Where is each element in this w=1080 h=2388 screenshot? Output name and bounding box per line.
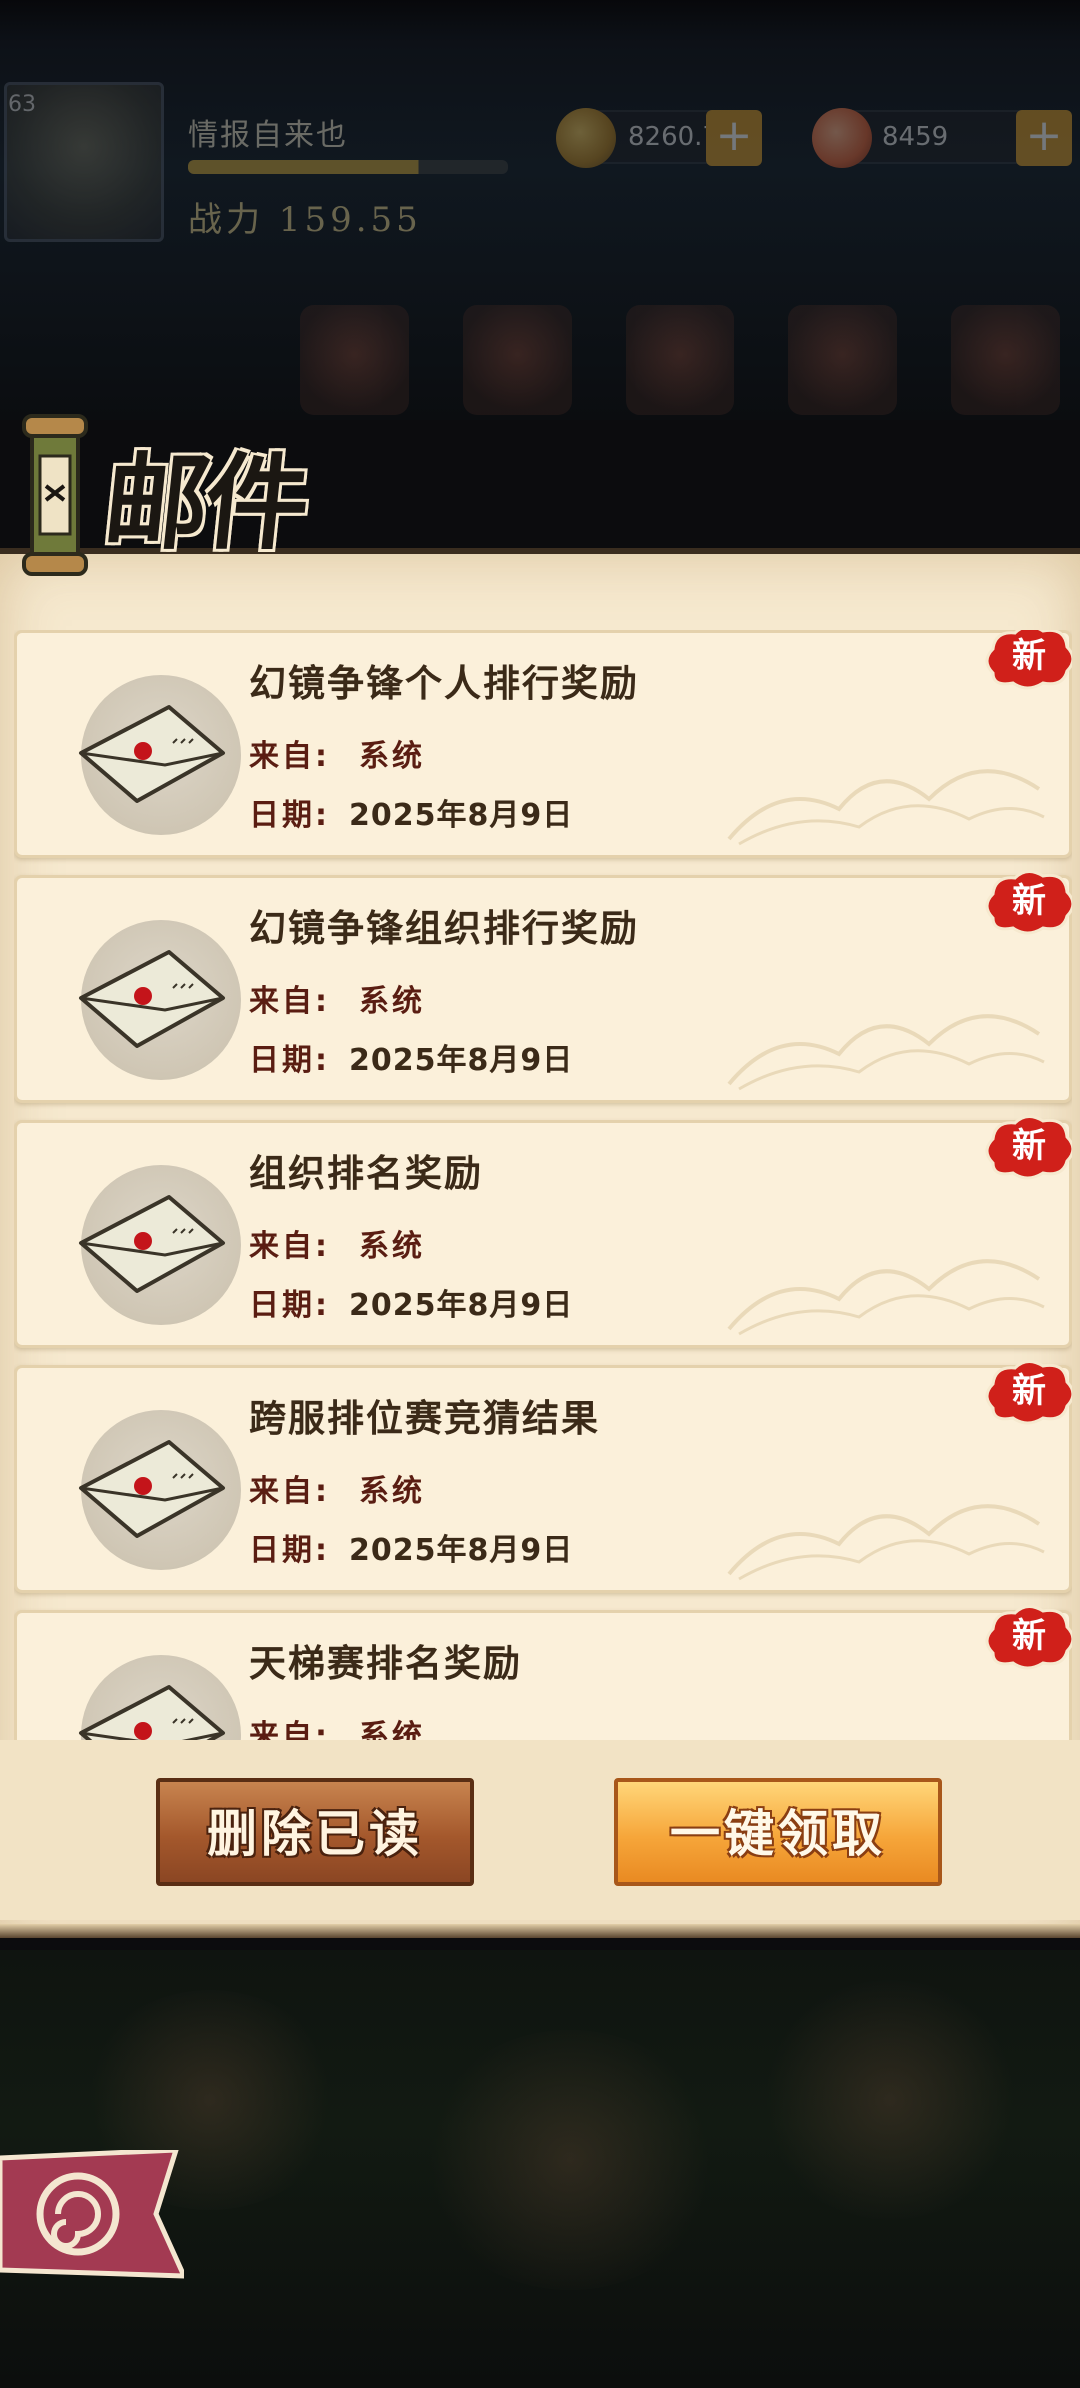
player-name: 情报自来也 — [188, 118, 348, 153]
mail-list[interactable]: 幻镜争锋个人排行奖励 来自: 系统 日期: 2025年8月9日 新 幻镜争锋组织… — [14, 630, 1072, 1740]
exp-bar — [188, 160, 508, 174]
mail-sender: 系统 — [359, 1474, 425, 1509]
add-gems-button: + — [1016, 110, 1072, 166]
mail-sender: 系统 — [359, 739, 425, 774]
envelope-icon — [79, 705, 225, 803]
gem-icon — [812, 108, 872, 168]
new-badge-label: 新 — [1012, 881, 1046, 921]
envelope-icon — [79, 1195, 225, 1293]
coin-counter: 8260.7万 + — [556, 108, 762, 168]
mail-title: 幻镜争锋组织排行奖励 — [249, 907, 639, 950]
new-badge: 新 — [979, 1601, 1072, 1673]
mail-date-label: 日期: — [249, 1043, 330, 1078]
new-badge-label: 新 — [1012, 1126, 1046, 1166]
panel-title: 邮件 — [98, 441, 312, 564]
mail-from-label: 来自: — [249, 984, 330, 1019]
player-level: 63 — [8, 92, 36, 117]
wave-decoration — [727, 1504, 1045, 1581]
mail-title: 跨服排位赛竞猜结果 — [249, 1397, 600, 1440]
new-badge-label: 新 — [1012, 1371, 1046, 1411]
scroll-icon — [22, 414, 88, 576]
new-badge: 新 — [979, 630, 1072, 693]
mail-date-label: 日期: — [249, 798, 330, 833]
claim-all-button[interactable]: 一键领取 — [614, 1778, 942, 1886]
feature-icon — [951, 305, 1060, 415]
mail-from-label: 来自: — [249, 1229, 330, 1264]
new-badge-label: 新 — [1012, 636, 1046, 676]
mail-item[interactable]: 天梯赛排名奖励 来自: 系统 新 — [14, 1605, 1072, 1740]
mail-item[interactable]: 跨服排位赛竞猜结果 来自: 系统 日期: 2025年8月9日 新 — [14, 1360, 1072, 1593]
gem-value: 8459 — [882, 122, 949, 152]
new-badge: 新 — [979, 1111, 1072, 1183]
mail-sender: 系统 — [359, 1719, 425, 1740]
hud-feature-icons — [300, 305, 1060, 415]
back-swirl-icon[interactable] — [0, 2150, 184, 2280]
mail-date: 2025年8月9日 — [349, 1533, 574, 1568]
mail-sender: 系统 — [359, 1229, 425, 1264]
mail-item[interactable]: 幻镜争锋组织排行奖励 来自: 系统 日期: 2025年8月9日 新 — [14, 870, 1072, 1103]
wave-decoration — [727, 1014, 1045, 1091]
mail-sender: 系统 — [359, 984, 425, 1019]
wave-decoration — [727, 1259, 1045, 1336]
mail-from-label: 来自: — [249, 1719, 330, 1740]
mail-date-label: 日期: — [249, 1533, 330, 1568]
delete-read-button[interactable]: 删除已读 — [156, 1778, 474, 1886]
new-badge: 新 — [979, 866, 1072, 938]
mail-item[interactable]: 幻镜争锋个人排行奖励 来自: 系统 日期: 2025年8月9日 新 — [14, 630, 1072, 858]
mail-from-label: 来自: — [249, 1474, 330, 1509]
action-bar: 删除已读 一键领取 — [0, 1740, 1080, 1920]
feature-icon — [462, 305, 572, 415]
mail-date: 2025年8月9日 — [349, 798, 574, 833]
mail-date-label: 日期: — [249, 1288, 330, 1323]
player-power: 战力 159.55 — [188, 200, 422, 240]
mail-item[interactable]: 组织排名奖励 来自: 系统 日期: 2025年8月9日 新 — [14, 1115, 1072, 1348]
mail-date: 2025年8月9日 — [349, 1288, 574, 1323]
feature-icon — [625, 305, 735, 415]
mail-title: 幻镜争锋个人排行奖励 — [249, 662, 639, 705]
envelope-icon — [79, 1685, 225, 1740]
panel-header: 邮件 — [14, 410, 314, 580]
player-hud: 63 情报自来也 战力 159.55 8260.7万 + 8459 + — [0, 70, 1080, 270]
new-badge: 新 — [979, 1356, 1072, 1428]
mail-from-label: 来自: — [249, 739, 330, 774]
envelope-icon — [79, 1440, 225, 1538]
mail-title: 天梯赛排名奖励 — [249, 1642, 522, 1685]
new-badge-label: 新 — [1012, 1616, 1046, 1656]
feature-icon — [300, 305, 409, 415]
add-coins-button: + — [706, 110, 762, 166]
envelope-icon — [79, 950, 225, 1048]
mail-date: 2025年8月9日 — [349, 1043, 574, 1078]
coin-icon — [556, 108, 616, 168]
gem-counter: 8459 + — [812, 108, 1072, 168]
wave-decoration — [727, 769, 1045, 846]
feature-icon — [788, 305, 898, 415]
mail-title: 组织排名奖励 — [249, 1152, 483, 1195]
